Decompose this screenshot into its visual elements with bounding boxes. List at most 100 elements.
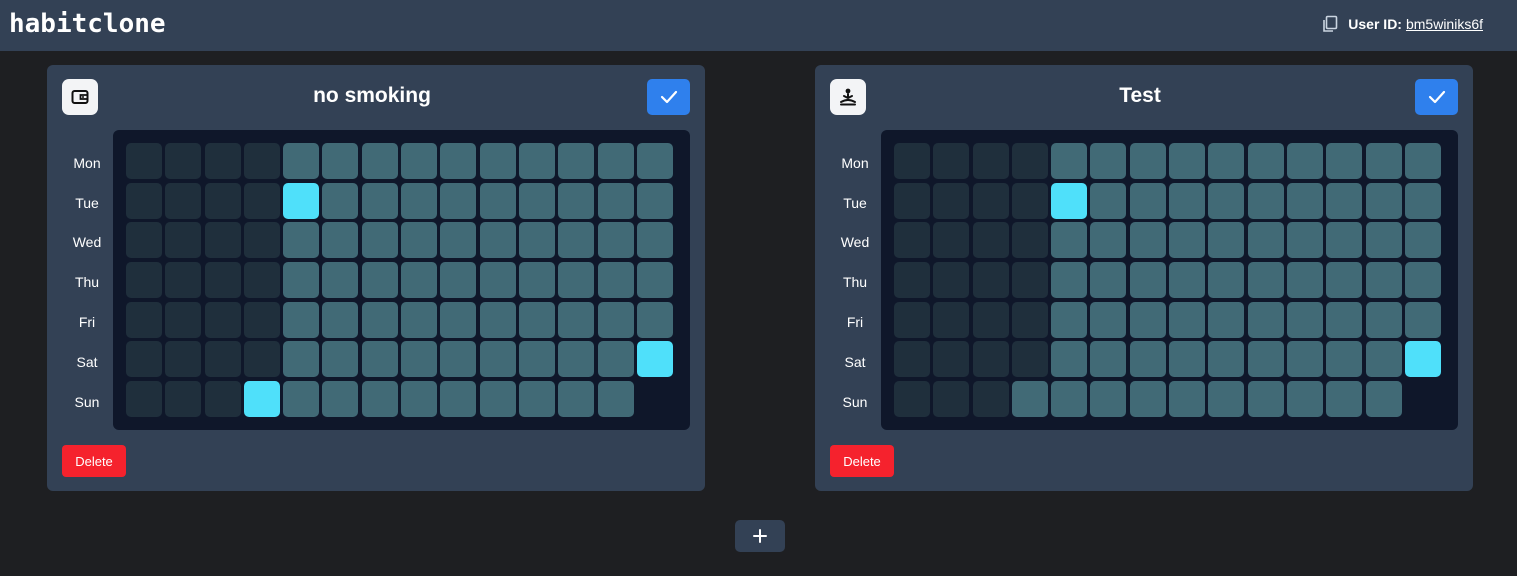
day-cell[interactable]	[1208, 262, 1245, 299]
day-cell[interactable]	[1208, 341, 1245, 378]
day-cell[interactable]	[933, 222, 970, 259]
day-cell[interactable]	[1404, 143, 1441, 179]
day-cell[interactable]	[972, 182, 1009, 219]
day-cell[interactable]	[894, 143, 930, 179]
day-cell[interactable]	[1365, 301, 1402, 338]
day-cell[interactable]	[126, 262, 162, 299]
day-cell[interactable]	[440, 222, 477, 259]
day-cell[interactable]	[1326, 262, 1363, 299]
day-cell[interactable]	[1051, 222, 1088, 259]
day-cell[interactable]	[361, 143, 398, 179]
day-cell[interactable]	[894, 262, 930, 299]
day-cell[interactable]	[165, 381, 202, 418]
day-cell[interactable]	[597, 381, 634, 418]
day-cell[interactable]	[1169, 222, 1206, 259]
day-cell[interactable]	[1247, 262, 1284, 299]
complete-today-button[interactable]	[647, 79, 690, 115]
day-cell[interactable]	[933, 301, 970, 338]
day-cell[interactable]	[1051, 381, 1088, 418]
day-cell[interactable]	[1365, 381, 1402, 418]
day-cell[interactable]	[322, 262, 359, 299]
day-cell[interactable]	[401, 143, 438, 179]
day-cell[interactable]	[243, 301, 280, 338]
day-cell[interactable]	[597, 143, 634, 179]
day-cell[interactable]	[204, 341, 241, 378]
day-cell[interactable]	[636, 341, 673, 378]
day-cell[interactable]	[322, 222, 359, 259]
day-cell[interactable]	[1208, 182, 1245, 219]
day-cell[interactable]	[1208, 301, 1245, 338]
day-cell[interactable]	[558, 262, 595, 299]
day-cell[interactable]	[1404, 341, 1441, 378]
day-cell[interactable]	[558, 301, 595, 338]
day-cell[interactable]	[1051, 182, 1088, 219]
day-cell[interactable]	[894, 381, 930, 418]
day-cell[interactable]	[1247, 381, 1284, 418]
day-cell[interactable]	[972, 262, 1009, 299]
day-cell[interactable]	[440, 341, 477, 378]
day-cell[interactable]	[518, 341, 555, 378]
day-cell[interactable]	[518, 143, 555, 179]
day-cell[interactable]	[558, 341, 595, 378]
add-habit-button[interactable]	[735, 520, 785, 552]
day-cell[interactable]	[283, 262, 320, 299]
day-cell[interactable]	[1286, 182, 1323, 219]
day-cell[interactable]	[440, 182, 477, 219]
day-cell[interactable]	[479, 341, 516, 378]
day-cell[interactable]	[1169, 262, 1206, 299]
day-cell[interactable]	[1404, 301, 1441, 338]
day-cell[interactable]	[933, 341, 970, 378]
day-cell[interactable]	[204, 182, 241, 219]
day-cell[interactable]	[440, 381, 477, 418]
day-cell[interactable]	[204, 301, 241, 338]
day-cell[interactable]	[401, 301, 438, 338]
day-cell[interactable]	[1011, 341, 1048, 378]
day-cell[interactable]	[165, 222, 202, 259]
day-cell[interactable]	[597, 182, 634, 219]
day-cell[interactable]	[479, 301, 516, 338]
day-cell[interactable]	[361, 301, 398, 338]
day-cell[interactable]	[518, 182, 555, 219]
day-cell[interactable]	[479, 143, 516, 179]
day-cell[interactable]	[361, 262, 398, 299]
day-cell[interactable]	[1090, 222, 1127, 259]
day-cell[interactable]	[243, 341, 280, 378]
day-cell[interactable]	[126, 341, 162, 378]
day-cell[interactable]	[894, 301, 930, 338]
day-cell[interactable]	[440, 143, 477, 179]
user-id-link[interactable]: bm5winiks6f	[1406, 16, 1483, 32]
day-cell[interactable]	[322, 301, 359, 338]
day-cell[interactable]	[1208, 381, 1245, 418]
day-cell[interactable]	[440, 301, 477, 338]
day-cell[interactable]	[1247, 182, 1284, 219]
day-cell[interactable]	[1129, 182, 1166, 219]
day-cell[interactable]	[597, 341, 634, 378]
day-cell[interactable]	[1090, 301, 1127, 338]
day-cell[interactable]	[636, 143, 673, 179]
day-cell[interactable]	[361, 381, 398, 418]
day-cell[interactable]	[1129, 341, 1166, 378]
day-cell[interactable]	[1011, 301, 1048, 338]
day-cell[interactable]	[1326, 222, 1363, 259]
day-cell[interactable]	[361, 182, 398, 219]
day-cell[interactable]	[479, 381, 516, 418]
day-cell[interactable]	[283, 222, 320, 259]
day-cell[interactable]	[283, 182, 320, 219]
day-cell[interactable]	[126, 222, 162, 259]
day-cell[interactable]	[283, 341, 320, 378]
day-cell[interactable]	[933, 262, 970, 299]
day-cell[interactable]	[204, 262, 241, 299]
day-cell[interactable]	[1011, 222, 1048, 259]
day-cell[interactable]	[1011, 143, 1048, 179]
day-cell[interactable]	[972, 222, 1009, 259]
day-cell[interactable]	[165, 341, 202, 378]
day-cell[interactable]	[440, 262, 477, 299]
day-cell[interactable]	[1051, 301, 1088, 338]
day-cell[interactable]	[322, 182, 359, 219]
day-cell[interactable]	[1247, 222, 1284, 259]
day-cell[interactable]	[933, 381, 970, 418]
day-cell[interactable]	[1090, 262, 1127, 299]
day-cell[interactable]	[636, 222, 673, 259]
day-cell[interactable]	[1326, 143, 1363, 179]
day-cell[interactable]	[1090, 341, 1127, 378]
